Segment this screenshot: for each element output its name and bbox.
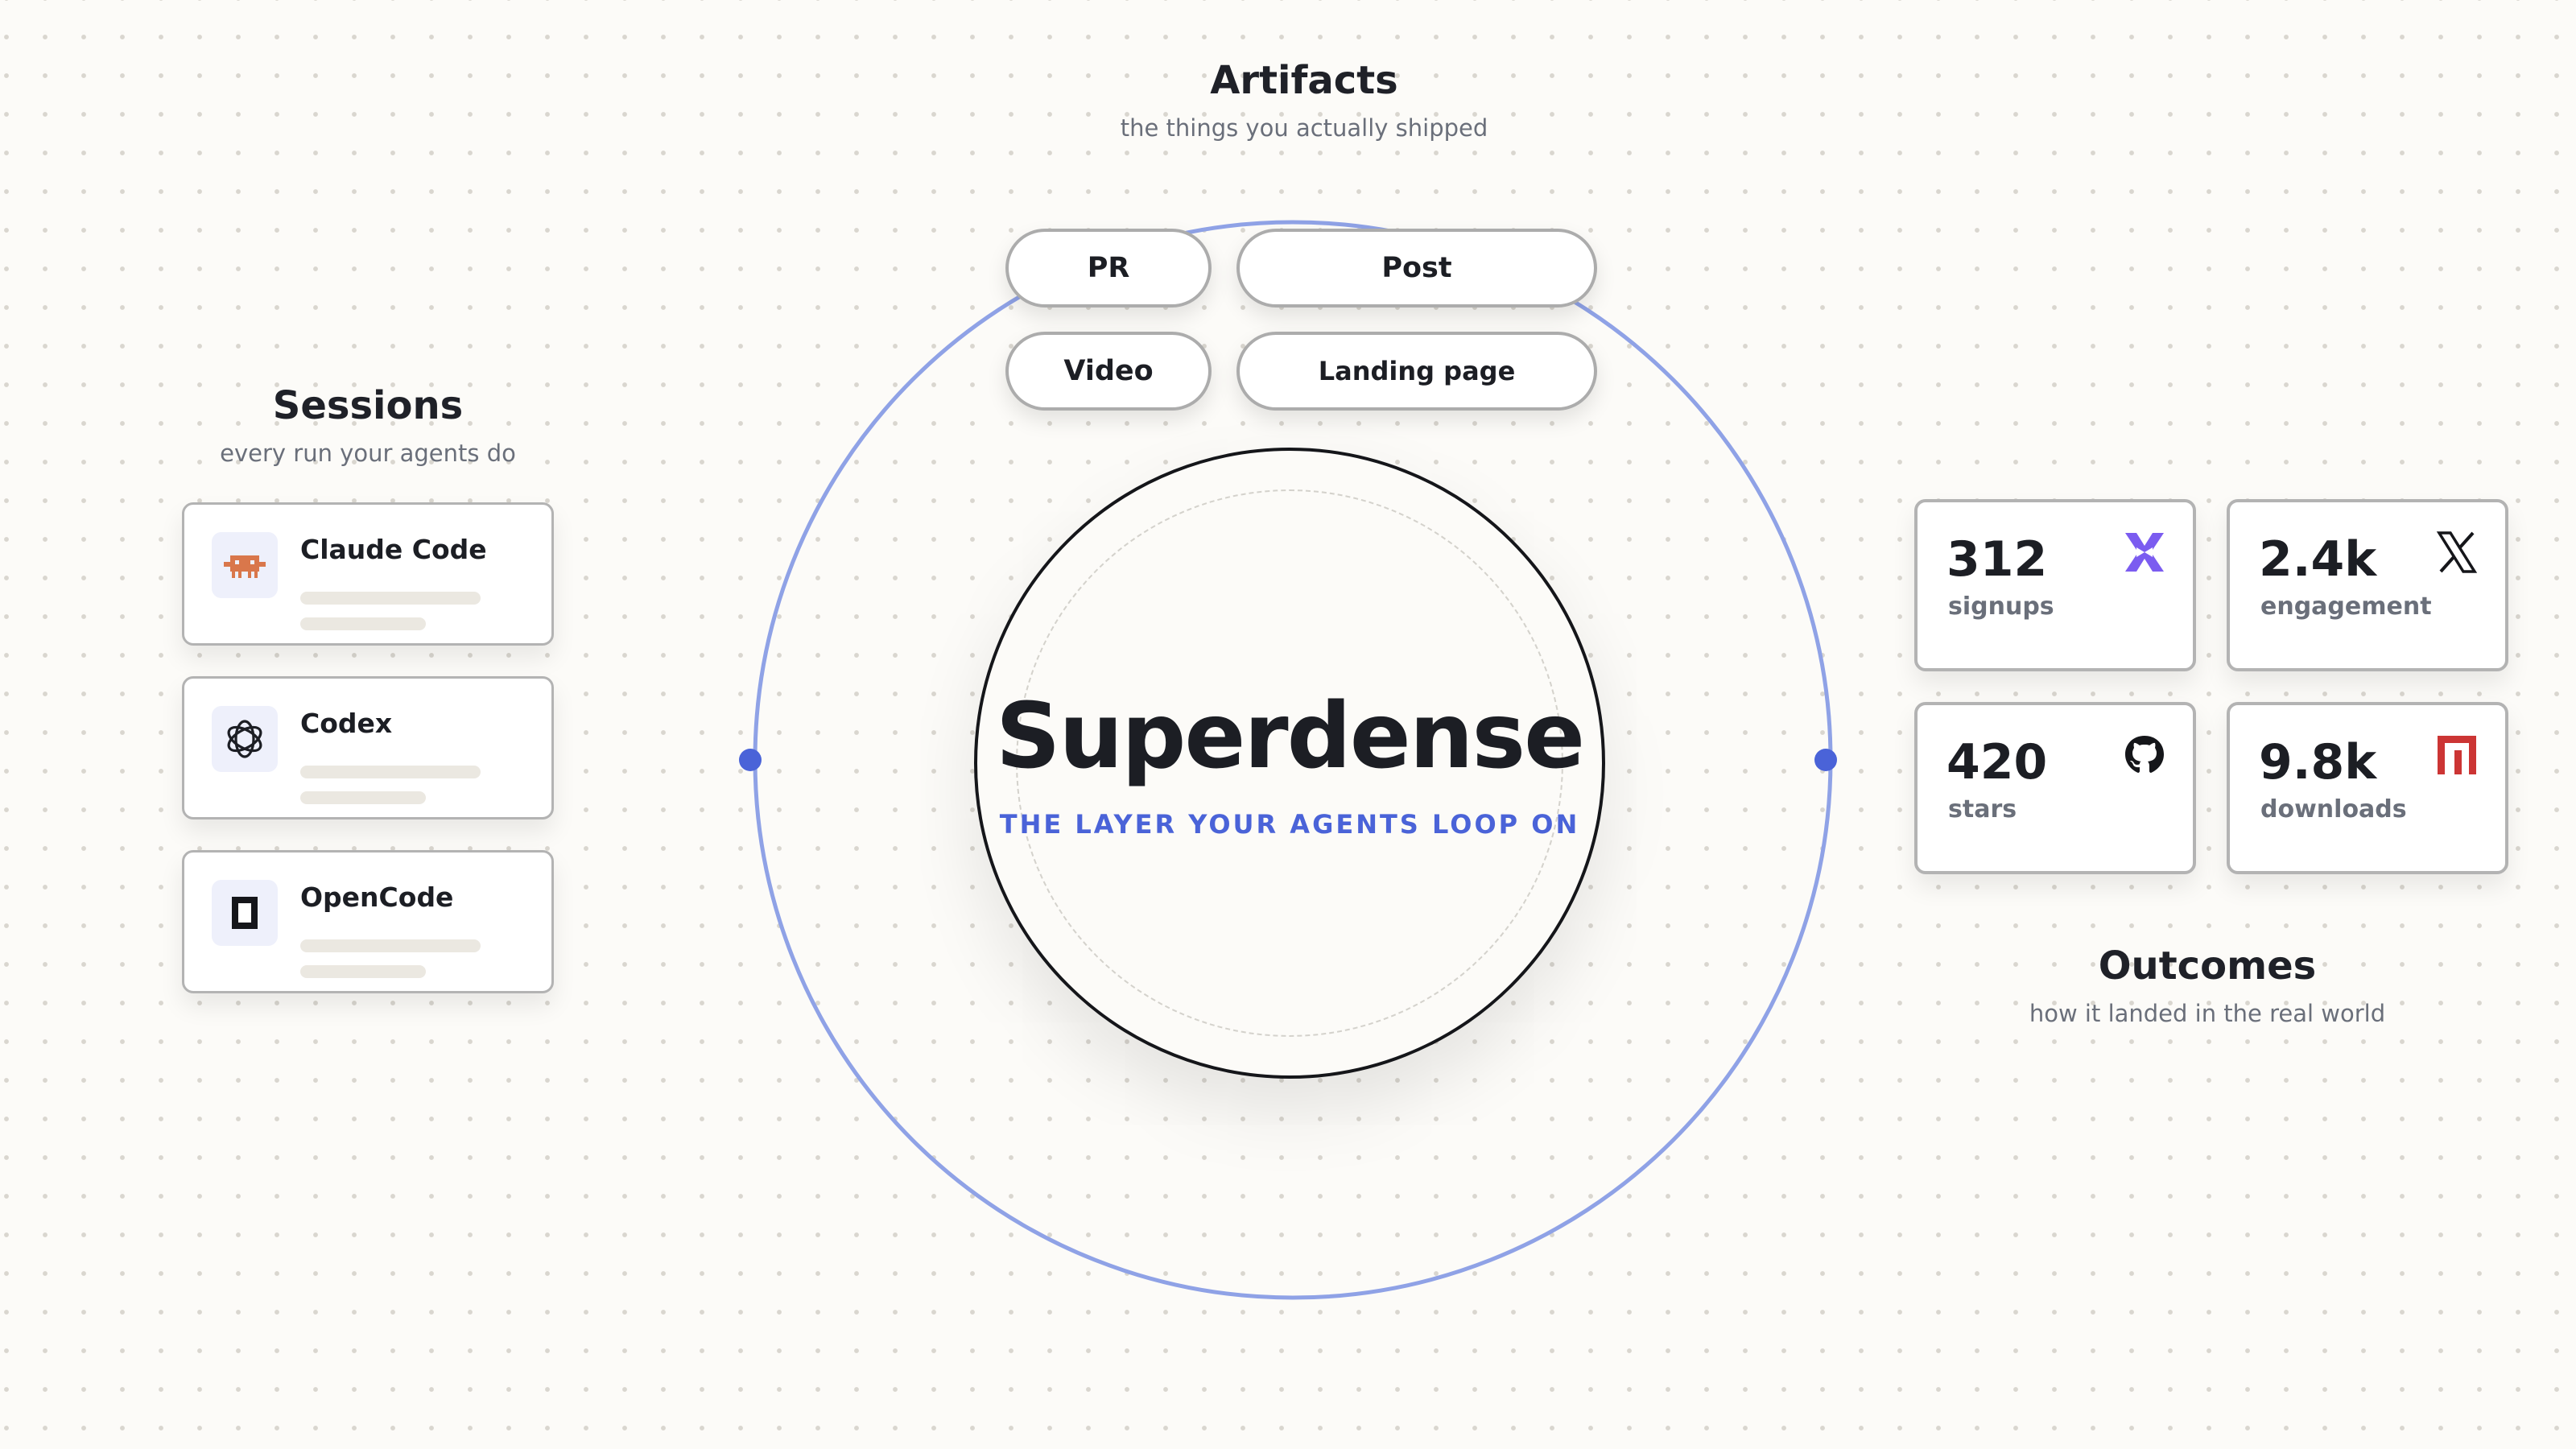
ring-node-right [1814, 749, 1837, 771]
npm-icon [2438, 736, 2476, 774]
metric-value: 9.8k [2259, 734, 2377, 791]
brand-tagline: THE LAYER YOUR AGENTS LOOP ON [999, 809, 1580, 840]
placeholder-line [300, 965, 426, 978]
artifact-label: Post [1381, 252, 1452, 284]
placeholder-line [300, 791, 426, 804]
metric-card-stars[interactable]: 420 stars [1914, 702, 2196, 874]
outcomes-subtitle: how it landed in the real world [2029, 1000, 2386, 1027]
metric-label: downloads [2260, 795, 2407, 824]
placeholder-line [300, 592, 481, 605]
opencode-icon [212, 880, 278, 946]
metric-value: 2.4k [2259, 531, 2377, 588]
claude-code-icon [212, 532, 278, 598]
artifacts-title: Artifacts [1210, 58, 1398, 103]
session-name: Claude Code [300, 534, 487, 565]
metric-card-signups[interactable]: 312 signups [1914, 499, 2196, 671]
artifact-pr[interactable]: PR [1005, 229, 1212, 308]
x-twitter-icon [2436, 531, 2478, 573]
artifact-label: PR [1087, 252, 1130, 284]
metric-card-downloads[interactable]: 9.8k downloads [2227, 702, 2508, 874]
superdense-x-icon [2125, 533, 2164, 572]
session-card-codex[interactable]: Codex [182, 676, 554, 819]
brand-name: Superdense [995, 684, 1585, 789]
session-card-claude-code[interactable]: Claude Code [182, 502, 554, 646]
github-icon [2125, 736, 2164, 773]
metric-label: stars [1948, 795, 2017, 824]
placeholder-line [300, 766, 481, 778]
session-card-opencode[interactable]: OpenCode [182, 850, 554, 993]
metric-value: 420 [1946, 734, 2048, 791]
artifact-label: Landing page [1318, 356, 1516, 386]
sessions-title: Sessions [272, 383, 464, 428]
sessions-subtitle: every run your agents do [220, 440, 516, 467]
openai-icon [212, 706, 278, 772]
placeholder-line [300, 939, 481, 952]
artifact-landing-page[interactable]: Landing page [1236, 332, 1597, 411]
session-name: Codex [300, 708, 393, 739]
artifact-label: Video [1063, 355, 1154, 387]
metric-value: 312 [1946, 531, 2048, 588]
session-name: OpenCode [300, 881, 454, 913]
ring-node-left [739, 749, 762, 771]
metric-card-engagement[interactable]: 2.4k engagement [2227, 499, 2508, 671]
metric-label: engagement [2260, 592, 2432, 621]
artifact-video[interactable]: Video [1005, 332, 1212, 411]
artifact-post[interactable]: Post [1236, 229, 1597, 308]
artifacts-subtitle: the things you actually shipped [1120, 114, 1488, 142]
metric-label: signups [1948, 592, 2054, 621]
outcomes-title: Outcomes [2098, 943, 2317, 989]
placeholder-line [300, 617, 426, 630]
